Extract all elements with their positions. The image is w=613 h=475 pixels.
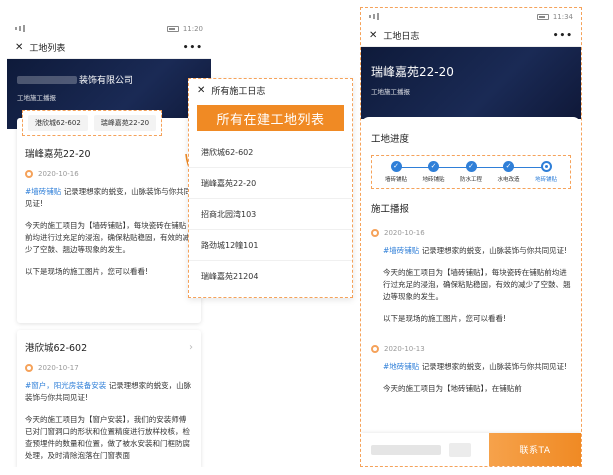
check-icon: ✓ bbox=[428, 161, 439, 172]
progress-step[interactable]: ✓ 水电改造 bbox=[491, 161, 527, 183]
post-intro: #窗户，阳光房装备安装 记录理想家的蜕变，山脉装饰与你共同见证! bbox=[25, 380, 193, 404]
step-label: 地砖铺贴 bbox=[422, 177, 445, 183]
post-body: 今天的施工项目为【墙砖铺贴】，每块瓷砖在铺贴前均进行过充足的浸泡，确保粘贴稳固，… bbox=[383, 268, 571, 301]
more-icon[interactable]: ••• bbox=[183, 43, 203, 53]
site-card[interactable]: 港欣城62-602 瑞峰嘉苑22-20 瑞峰嘉苑22-20 2020-10-16… bbox=[17, 110, 201, 323]
post-footer: 以下是现场的施工图片，您可以看看! bbox=[25, 267, 149, 276]
post-body: 今天的施工项目为【地砖铺贴】，在铺贴前 bbox=[383, 384, 522, 393]
post-intro: #地砖铺贴 记录理想家的蜕变，山脉装饰与你共同见证! bbox=[371, 361, 571, 373]
close-icon[interactable]: ✕ bbox=[369, 30, 377, 41]
signal-icon bbox=[369, 13, 379, 20]
broadcast-post: 2020-10-13 #地砖铺贴 记录理想家的蜕变，山脉装饰与你共同见证! 今天… bbox=[371, 345, 571, 395]
page-title: 工地列表 bbox=[29, 44, 66, 54]
broadcast-post: 2020-10-16 #墙砖铺贴 记录理想家的蜕变，山脉装饰与你共同见证! 今天… bbox=[371, 229, 571, 325]
log-content: 工地进度 ✓ 墙砖铺贴 ✓ 地砖铺贴 ✓ 防水工程 ✓ 水电改造 地砖铺贴 施工播报 2… bbox=[361, 117, 581, 466]
check-icon: ✓ bbox=[465, 161, 477, 172]
post-tag[interactable]: #窗户，阳光房装备安装 bbox=[25, 381, 106, 390]
check-icon: ✓ bbox=[390, 161, 402, 172]
post-tag-text: 记录理想家的蜕变，山脉装饰与你共同见证! bbox=[421, 362, 568, 371]
progress-tracker: ✓ 墙砖铺贴 ✓ 地砖铺贴 ✓ 防水工程 ✓ 水电改造 地砖铺贴 bbox=[371, 155, 571, 189]
timeline-dot-icon bbox=[371, 229, 379, 237]
nav-bar: ✕ 工地列表 ••• bbox=[7, 37, 211, 59]
check-icon: ✓ bbox=[503, 161, 514, 172]
site-chip[interactable]: 瑞峰嘉苑22-20 bbox=[93, 115, 157, 131]
post-body: 今天的施工项目为【墙砖铺贴】，每块瓷砖在铺贴前均进行过充足的浸泡，确保粘贴稳固，… bbox=[25, 221, 190, 254]
site-title: 瑞峰嘉苑22-20 bbox=[25, 149, 91, 160]
timeline-dot-icon bbox=[25, 170, 33, 178]
nav-bar: ✕ 工地日志 ••• bbox=[361, 25, 581, 47]
site-chip[interactable]: 港欣城62-602 bbox=[28, 115, 88, 131]
list-item[interactable]: 路劲城12幢101 bbox=[189, 230, 352, 261]
current-step-icon bbox=[540, 161, 552, 172]
post-date: 2020-10-16 bbox=[38, 170, 79, 178]
bottom-bar: 联系TA bbox=[361, 433, 581, 466]
list-item[interactable]: 瑞峰嘉苑21204 bbox=[189, 261, 352, 292]
post-date: 2020-10-16 bbox=[384, 229, 425, 237]
post-tag-text: 记录理想家的蜕变，山脉装饰与你共同见证! bbox=[421, 246, 568, 255]
status-time: 11:34 bbox=[552, 12, 573, 21]
all-logs-popup: ✕ 所有施工日志 所有在建工地列表 港欣城62-602 瑞峰嘉苑22-20 招商… bbox=[188, 78, 353, 298]
banner-subtitle: 工地施工播报 bbox=[371, 88, 410, 96]
status-bar: 11:34 bbox=[361, 8, 581, 25]
step-label: 水电改造 bbox=[497, 177, 520, 183]
progress-step[interactable]: 地砖铺贴 bbox=[528, 161, 564, 183]
site-chip-group: 港欣城62-602 瑞峰嘉苑22-20 bbox=[22, 110, 163, 136]
post-intro: #墙砖铺贴 记录理想家的蜕变，山脉装饰与你共同见证! bbox=[371, 245, 571, 257]
signal-icon bbox=[15, 25, 25, 32]
more-icon[interactable]: ••• bbox=[553, 31, 573, 41]
progress-title: 工地进度 bbox=[371, 134, 410, 145]
list-item[interactable]: 港欣城62-602 bbox=[189, 137, 352, 168]
list-item[interactable]: 瑞峰嘉苑22-20 bbox=[189, 168, 352, 199]
blurred-name bbox=[17, 75, 77, 84]
site-list-screen: 11:20 ✕ 工地列表 ••• 装饰有限公司 工地施工播报 港欣城62-602… bbox=[7, 20, 211, 467]
timeline-dot-icon bbox=[371, 345, 379, 353]
progress-step[interactable]: ✓ 防水工程 bbox=[453, 161, 489, 183]
status-time: 11:20 bbox=[182, 24, 203, 33]
close-icon[interactable]: ✕ bbox=[197, 85, 205, 96]
post-tag[interactable]: #墙砖铺贴 bbox=[383, 246, 419, 255]
step-label: 地砖铺贴 bbox=[534, 177, 557, 183]
list-banner: 所有在建工地列表 bbox=[197, 105, 344, 131]
nav-bar: ✕ 所有施工日志 bbox=[189, 79, 352, 101]
banner-subtitle: 工地施工播报 bbox=[17, 94, 56, 102]
post-tag[interactable]: #墙砖铺贴 bbox=[25, 187, 61, 196]
site-log-screen: 11:34 ✕ 工地日志 ••• 瑞峰嘉苑22-20 工地施工播报 工地进度 ✓… bbox=[360, 7, 582, 467]
page-title: 工地日志 bbox=[383, 32, 420, 42]
step-label: 防水工程 bbox=[459, 177, 482, 183]
site-banner: 瑞峰嘉苑22-20 工地施工播报 bbox=[361, 47, 581, 119]
post-date: 2020-10-17 bbox=[38, 364, 79, 372]
battery-icon bbox=[536, 13, 549, 20]
battery-icon bbox=[166, 25, 179, 32]
site-title: 港欣城62-602 bbox=[25, 343, 88, 354]
broadcast-title: 施工播报 bbox=[371, 204, 410, 215]
blurred-contact bbox=[449, 442, 471, 457]
contact-button[interactable]: 联系TA bbox=[489, 433, 581, 466]
post-tag[interactable]: #地砖铺贴 bbox=[383, 362, 419, 371]
post-footer: 以下是现场的施工图片，您可以看看! bbox=[383, 314, 507, 323]
timeline-dot-icon bbox=[25, 364, 33, 372]
site-list: 港欣城62-602 瑞峰嘉苑22-20 招商北园湾103 路劲城12幢101 瑞… bbox=[189, 137, 352, 292]
step-label: 墙砖铺贴 bbox=[384, 177, 407, 183]
site-card[interactable]: 港欣城62-602 › 2020-10-17 #窗户，阳光房装备安装 记录理想家… bbox=[17, 330, 201, 467]
post-date: 2020-10-13 bbox=[384, 345, 425, 353]
status-bar: 11:20 bbox=[7, 20, 211, 37]
page-title: 所有施工日志 bbox=[211, 86, 266, 97]
site-title: 瑞峰嘉苑22-20 bbox=[371, 65, 454, 79]
company-name: 装饰有限公司 bbox=[79, 76, 134, 86]
post-intro: #墙砖铺贴 记录理想家的蜕变，山脉装饰与你共同见证! bbox=[25, 186, 193, 210]
post-body: 今天的施工项目为【窗户安装】，我们的安装师傅已对门窗洞口的形状和位置精度进行放样… bbox=[25, 415, 190, 460]
progress-step[interactable]: ✓ 墙砖铺贴 bbox=[378, 161, 414, 183]
close-icon[interactable]: ✕ bbox=[15, 42, 23, 53]
blurred-contact bbox=[371, 444, 441, 455]
list-item[interactable]: 招商北园湾103 bbox=[189, 199, 352, 230]
chevron-right-icon[interactable]: › bbox=[189, 342, 193, 353]
progress-step[interactable]: ✓ 地砖铺贴 bbox=[416, 161, 452, 183]
